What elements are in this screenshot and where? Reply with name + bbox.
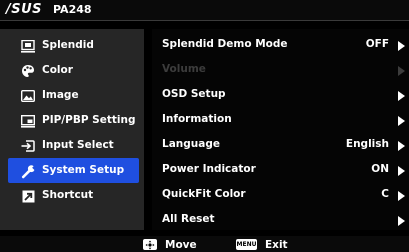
- menu-row-label: Splendid Demo Mode: [162, 38, 288, 50]
- sidebar-item-label: Image: [42, 89, 79, 101]
- sidebar-item-shortcut[interactable]: Shortcut: [0, 183, 144, 208]
- menu-row-power-indicator[interactable]: Power Indicator ON: [152, 158, 409, 183]
- menu-row-label: Information: [162, 113, 232, 125]
- menu-row-all-reset[interactable]: All Reset: [152, 208, 409, 233]
- menu-row-label: Volume: [162, 63, 206, 75]
- arrow-right-icon: [398, 116, 405, 126]
- arrow-right-icon: [398, 166, 405, 176]
- arrow-right-icon: [398, 191, 405, 201]
- osd-footer: Move MENU Exit: [0, 236, 409, 252]
- sidebar-item-input-select[interactable]: Input Select: [0, 133, 144, 158]
- pip-icon: [20, 113, 36, 129]
- exit-hint: MENU Exit: [236, 238, 288, 251]
- menu-row-splendid-demo-mode[interactable]: Splendid Demo Mode OFF: [152, 33, 409, 58]
- sidebar-item-label: Shortcut: [42, 189, 94, 201]
- sidebar-item-label: Color: [42, 64, 73, 76]
- sidebar: Splendid Color Image PIP/PBP Setting Inp…: [0, 29, 144, 230]
- image-icon: [20, 88, 36, 104]
- system-setup-panel: Splendid Demo Mode OFF Volume OSD Setup …: [152, 29, 409, 230]
- sidebar-item-label: Input Select: [42, 139, 114, 151]
- osd-menu: /SUS PA248 Splendid Color Image PIP/PBP …: [0, 0, 409, 252]
- menu-row-label: OSD Setup: [162, 88, 226, 100]
- sidebar-item-color[interactable]: Color: [0, 58, 144, 83]
- sidebar-item-label: System Setup: [42, 164, 125, 176]
- menu-row-value: ON: [371, 163, 389, 175]
- menu-row-label: QuickFit Color: [162, 188, 246, 200]
- sidebar-item-label: PIP/PBP Setting: [42, 114, 136, 126]
- sidebar-item-pip-pbp-setting[interactable]: PIP/PBP Setting: [0, 108, 144, 133]
- brand-logo: /SUS: [6, 2, 43, 17]
- arrow-right-icon: [398, 216, 405, 226]
- splendid-icon: [20, 38, 36, 54]
- arrow-right-icon: [398, 66, 405, 76]
- move-label: Move: [165, 238, 197, 251]
- exit-label: Exit: [265, 238, 288, 251]
- sidebar-item-image[interactable]: Image: [0, 83, 144, 108]
- menu-row-label: All Reset: [162, 213, 215, 225]
- sidebar-item-splendid[interactable]: Splendid: [0, 33, 144, 58]
- menu-row-language[interactable]: Language English: [152, 133, 409, 158]
- move-hint: Move: [143, 238, 197, 251]
- menu-row-volume: Volume: [152, 58, 409, 83]
- wrench-icon: [20, 163, 36, 179]
- menu-row-information[interactable]: Information: [152, 108, 409, 133]
- arrow-right-icon: [398, 91, 405, 101]
- arrow-right-icon: [398, 141, 405, 151]
- menu-key-icon: MENU: [236, 239, 257, 250]
- menu-row-value: OFF: [365, 38, 389, 50]
- menu-row-value: English: [345, 138, 389, 150]
- menu-row-osd-setup[interactable]: OSD Setup: [152, 83, 409, 108]
- shortcut-icon: [20, 188, 36, 204]
- palette-icon: [20, 63, 36, 79]
- menu-row-quickfit-color[interactable]: QuickFit Color C: [152, 183, 409, 208]
- menu-row-value: C: [381, 188, 389, 200]
- input-icon: [20, 138, 36, 154]
- menu-row-label: Language: [162, 138, 220, 150]
- arrow-right-icon: [398, 41, 405, 51]
- sidebar-item-system-setup[interactable]: System Setup: [8, 158, 139, 183]
- sidebar-item-label: Splendid: [42, 39, 94, 51]
- joystick-icon: [143, 239, 157, 250]
- menu-row-label: Power Indicator: [162, 163, 256, 175]
- model-name: PA248: [53, 3, 92, 16]
- osd-header: /SUS PA248: [0, 0, 409, 21]
